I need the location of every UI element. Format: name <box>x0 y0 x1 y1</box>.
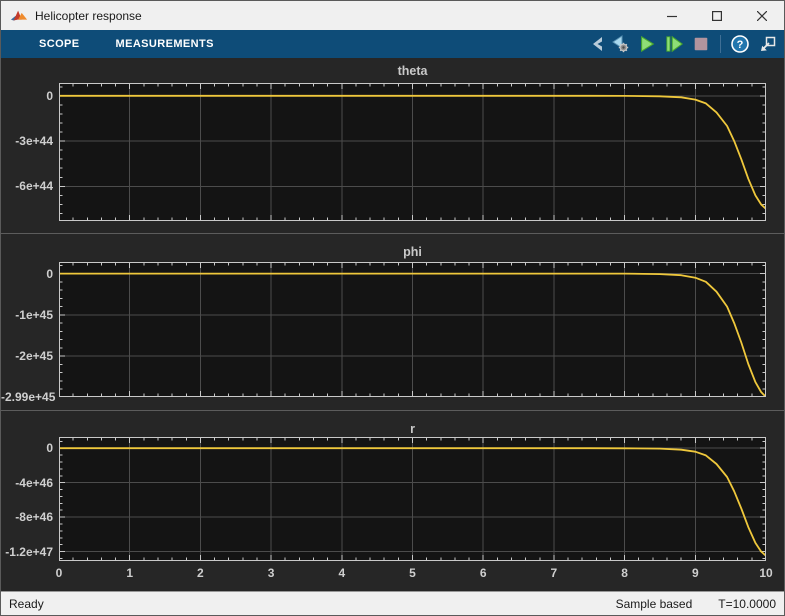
plot-canvas-phi[interactable] <box>59 262 766 397</box>
y-tick-label: -2e+45 <box>1 348 53 364</box>
y-tick-label: 0 <box>1 88 53 104</box>
status-right-group: Sample based T=10.0000 <box>616 597 776 611</box>
close-icon <box>757 11 767 21</box>
maximize-button[interactable] <box>694 1 739 30</box>
step-forward-button[interactable] <box>663 33 685 55</box>
window-title: Helicopter response <box>35 9 142 23</box>
tab-scope[interactable]: SCOPE <box>39 38 80 50</box>
x-tick-label: 1 <box>114 566 146 580</box>
step-back-button[interactable] <box>609 33 631 55</box>
maximize-icon <box>712 11 722 21</box>
window-controls <box>649 1 784 30</box>
plot-title-r: r <box>59 422 766 436</box>
x-tick-label: 5 <box>397 566 429 580</box>
close-button[interactable] <box>739 1 784 30</box>
simulation-controls: ? <box>590 30 778 58</box>
x-tick-label: 9 <box>679 566 711 580</box>
sim-time-text: T=10.0000 <box>718 597 776 611</box>
plot-panel-r: r 0 -4e+46 -8e+46 -1.2e+47 0 1 2 3 4 5 6 7 8 9 10 <box>1 410 784 591</box>
plot-canvas-theta[interactable] <box>59 83 766 221</box>
x-tick-label: 6 <box>467 566 499 580</box>
plot-title-theta: theta <box>59 64 766 78</box>
x-tick-label: 2 <box>184 566 216 580</box>
scope-window: Helicopter response SCOPE MEASUREMENTS <box>0 0 785 616</box>
run-button[interactable] <box>636 33 658 55</box>
y-tick-label: -4e+46 <box>1 475 53 491</box>
x-tick-label: 8 <box>609 566 641 580</box>
y-tick-label: -2.99e+45 <box>1 389 53 405</box>
plot-canvas-r[interactable] <box>59 437 766 561</box>
x-tick-label: 10 <box>750 566 782 580</box>
y-tick-label: -1e+45 <box>1 307 53 323</box>
stop-button[interactable] <box>690 33 712 55</box>
matlab-logo-icon <box>10 9 28 23</box>
toolstrip-tabs: SCOPE MEASUREMENTS <box>1 38 214 50</box>
x-tick-label: 7 <box>538 566 570 580</box>
plot-panel-phi: phi 0 -1e+45 -2e+45 -2.99e+45 <box>1 233 784 410</box>
plots-area: theta 0 -3e+44 -6e+44 phi 0 -1e+45 -2e+45 -2.… <box>1 58 784 591</box>
plot-title-phi: phi <box>59 245 766 259</box>
help-icon: ? <box>730 34 750 54</box>
minimize-button[interactable] <box>649 1 694 30</box>
toolbar-separator <box>720 35 721 53</box>
run-icon <box>638 35 656 53</box>
help-button[interactable]: ? <box>729 33 751 55</box>
y-tick-label: 0 <box>1 266 53 282</box>
y-tick-label: -1.2e+47 <box>1 544 53 560</box>
plot-panel-theta: theta 0 -3e+44 -6e+44 <box>1 58 784 233</box>
toolstrip: SCOPE MEASUREMENTS <box>1 30 784 58</box>
collapse-left-icon <box>590 35 604 53</box>
step-back-gear-icon <box>609 34 631 54</box>
y-tick-label: 0 <box>1 440 53 456</box>
sample-mode-text: Sample based <box>616 597 693 611</box>
popout-icon <box>758 35 777 54</box>
x-tick-label: 4 <box>326 566 358 580</box>
titlebar: Helicopter response <box>1 1 784 30</box>
x-tick-label: 0 <box>43 566 75 580</box>
svg-text:?: ? <box>737 39 744 51</box>
step-forward-icon <box>664 35 684 53</box>
status-text: Ready <box>9 597 44 611</box>
y-tick-label: -3e+44 <box>1 133 53 149</box>
y-tick-label: -8e+46 <box>1 509 53 525</box>
popout-button[interactable] <box>756 33 778 55</box>
minimize-icon <box>667 11 677 21</box>
statusbar: Ready Sample based T=10.0000 <box>1 591 784 615</box>
x-tick-label: 3 <box>255 566 287 580</box>
y-tick-label: -6e+44 <box>1 178 53 194</box>
stop-icon <box>692 35 710 53</box>
tab-measurements[interactable]: MEASUREMENTS <box>116 38 214 50</box>
